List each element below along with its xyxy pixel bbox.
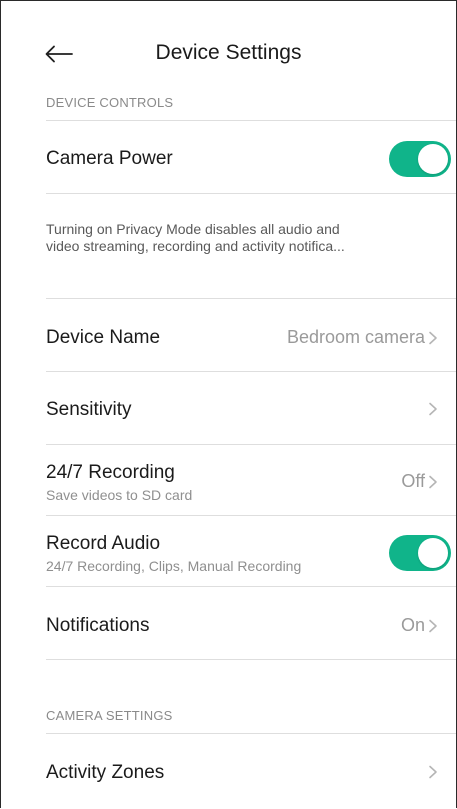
camera-power-label: Camera Power: [46, 148, 173, 169]
privacy-mode-description: Turning on Privacy Mode disables all aud…: [46, 221, 416, 255]
camera-power-row: Camera Power: [1, 121, 456, 193]
sensitivity-label: Sensitivity: [46, 399, 132, 420]
record-audio-sublabel: 24/7 Recording, Clips, Manual Recording: [46, 558, 302, 574]
device-name-value: Bedroom camera: [287, 327, 438, 348]
chevron-right-icon: [429, 619, 437, 632]
chevron-right-icon: [429, 331, 437, 344]
device-name-row[interactable]: Device Name Bedroom camera: [1, 299, 456, 371]
record-audio-label: Record Audio: [46, 533, 161, 554]
notifications-value: On: [401, 615, 438, 636]
privacy-description-line-1: Turning on Privacy Mode disables all aud…: [46, 221, 340, 237]
record-audio-toggle[interactable]: [389, 535, 451, 571]
toggle-knob: [418, 538, 448, 568]
camera-power-toggle[interactable]: [389, 141, 451, 177]
notifications-row[interactable]: Notifications On: [1, 587, 456, 659]
activity-zones-label: Activity Zones: [46, 762, 165, 783]
activity-zones-value: [428, 765, 438, 779]
recording-247-sublabel: Save videos to SD card: [46, 487, 193, 503]
device-settings-screen: Device Settings DEVICE CONTROLS Camera P…: [0, 0, 457, 808]
toggle-knob: [418, 144, 448, 174]
device-name-label: Device Name: [46, 327, 161, 348]
chevron-right-icon: [429, 765, 437, 779]
recording-247-label: 24/7 Recording: [46, 462, 175, 483]
page-title: Device Settings: [155, 41, 302, 64]
header-bar: Device Settings: [1, 1, 456, 105]
notifications-value-text: On: [400, 615, 425, 635]
section-header-device-controls: DEVICE CONTROLS: [46, 95, 174, 110]
sensitivity-value: [428, 402, 438, 416]
notifications-label: Notifications: [46, 615, 150, 636]
record-audio-row: Record Audio 24/7 Recording, Clips, Manu…: [1, 516, 456, 586]
activity-zones-row[interactable]: Activity Zones: [1, 734, 456, 809]
chevron-right-icon: [429, 402, 437, 416]
chevron-right-icon: [429, 475, 437, 488]
privacy-description-line-2: video streaming, recording and activity …: [46, 238, 345, 254]
device-name-value-text: Bedroom camera: [286, 327, 425, 347]
recording-247-row[interactable]: 24/7 Recording Save videos to SD card Of…: [1, 445, 456, 515]
sensitivity-row[interactable]: Sensitivity: [1, 372, 456, 444]
recording-247-value: Off: [401, 471, 438, 492]
recording-247-value-text: Off: [401, 471, 425, 491]
divider: [46, 659, 456, 660]
section-header-camera-settings: CAMERA SETTINGS: [46, 708, 173, 723]
divider: [46, 193, 456, 194]
